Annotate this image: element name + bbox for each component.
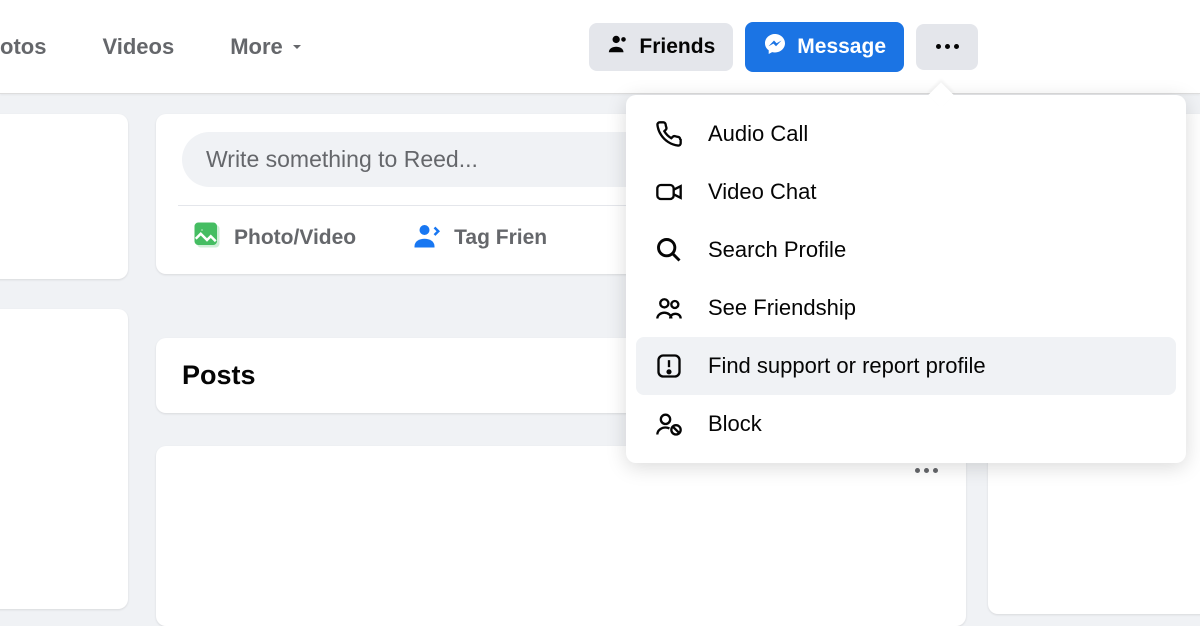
profile-header-bar: otos Videos More Friends Message [0,0,1200,94]
tag-friends-action[interactable]: Tag Frien [412,220,547,256]
post-menu-button[interactable] [915,468,938,473]
dropdown-block-label: Block [708,411,762,437]
photo-icon [192,220,222,256]
dropdown-audio-call-label: Audio Call [708,121,808,147]
tag-icon [412,220,442,256]
dropdown-block[interactable]: Block [636,395,1176,453]
friends-button[interactable]: Friends [589,23,733,71]
messenger-icon [763,32,787,62]
post-item-card [156,446,966,626]
dropdown-see-friendship-label: See Friendship [708,295,856,321]
friends-icon [607,33,629,61]
chevron-down-icon [289,39,305,55]
nav-more[interactable]: More [230,34,305,60]
friendship-icon [652,291,686,325]
dropdown-video-chat[interactable]: Video Chat [636,163,1176,221]
friends-button-label: Friends [639,35,715,59]
photo-video-label: Photo/Video [234,226,356,250]
dropdown-see-friendship[interactable]: See Friendship [636,279,1176,337]
ellipsis-icon [936,44,959,49]
more-actions-button[interactable] [916,24,978,70]
sidebar-card-stub-2 [0,309,128,609]
phone-icon [652,117,686,151]
header-actions: Friends Message [589,22,978,72]
video-icon [652,175,686,209]
nav-videos[interactable]: Videos [102,34,174,60]
dropdown-report-profile[interactable]: Find support or report profile [636,337,1176,395]
search-icon [652,233,686,267]
photo-video-action[interactable]: Photo/Video [192,220,356,256]
dropdown-search-profile[interactable]: Search Profile [636,221,1176,279]
block-icon [652,407,686,441]
message-button-label: Message [797,35,886,59]
dropdown-video-chat-label: Video Chat [708,179,816,205]
nav-photos[interactable]: otos [0,34,46,60]
nav-more-label: More [230,34,283,60]
dropdown-audio-call[interactable]: Audio Call [636,105,1176,163]
profile-nav: otos Videos More [0,34,305,60]
message-button[interactable]: Message [745,22,904,72]
tag-friends-label: Tag Frien [454,226,547,250]
dropdown-search-profile-label: Search Profile [708,237,846,263]
report-icon [652,349,686,383]
more-actions-dropdown: Audio Call Video Chat Search Profile See… [626,95,1186,463]
sidebar-card-stub [0,114,128,279]
dropdown-report-profile-label: Find support or report profile [708,353,986,379]
